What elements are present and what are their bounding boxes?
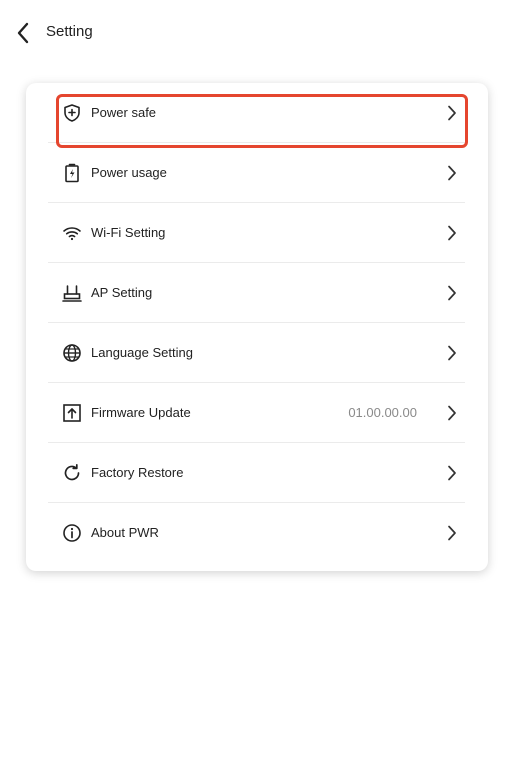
menu-item-wifi-setting[interactable]: Wi-Fi Setting — [48, 203, 465, 263]
menu-item-label: Firmware Update — [91, 405, 191, 420]
globe-icon — [61, 342, 83, 364]
page-title: Setting — [46, 23, 93, 40]
menu-item-firmware-update[interactable]: Firmware Update 01.00.00.00 — [48, 383, 465, 443]
chevron-right-icon — [445, 283, 459, 303]
menu-item-label: Power safe — [91, 105, 157, 120]
battery-bolt-icon — [61, 162, 83, 184]
menu-item-label: Factory Restore — [91, 465, 184, 480]
settings-card: Power safe Power usage Wi-Fi Setting AP … — [26, 83, 488, 571]
firmware-version: 01.00.00.00 — [348, 405, 417, 420]
chevron-left-icon — [17, 22, 29, 44]
wifi-icon — [61, 222, 83, 244]
menu-item-about-pwr[interactable]: About PWR — [48, 503, 465, 563]
back-button[interactable] — [10, 18, 36, 48]
shield-plus-icon — [61, 102, 83, 124]
chevron-right-icon — [445, 103, 459, 123]
router-icon — [61, 282, 83, 304]
menu-item-factory-restore[interactable]: Factory Restore — [48, 443, 465, 503]
refresh-icon — [61, 462, 83, 484]
upload-icon — [61, 402, 83, 424]
settings-list: Power safe Power usage Wi-Fi Setting AP … — [48, 83, 465, 563]
menu-item-label: Language Setting — [91, 345, 193, 360]
chevron-right-icon — [445, 343, 459, 363]
menu-item-language-setting[interactable]: Language Setting — [48, 323, 465, 383]
menu-item-power-usage[interactable]: Power usage — [48, 143, 465, 203]
info-icon — [61, 522, 83, 544]
chevron-right-icon — [445, 163, 459, 183]
menu-item-label: About PWR — [91, 525, 159, 540]
header-bar: Setting — [0, 0, 514, 64]
chevron-right-icon — [445, 463, 459, 483]
menu-item-ap-setting[interactable]: AP Setting — [48, 263, 465, 323]
menu-item-label: Power usage — [91, 165, 167, 180]
menu-item-power-safe[interactable]: Power safe — [48, 83, 465, 143]
chevron-right-icon — [445, 403, 459, 423]
chevron-right-icon — [445, 523, 459, 543]
chevron-right-icon — [445, 223, 459, 243]
menu-item-label: Wi-Fi Setting — [91, 225, 166, 240]
menu-item-label: AP Setting — [91, 285, 153, 300]
